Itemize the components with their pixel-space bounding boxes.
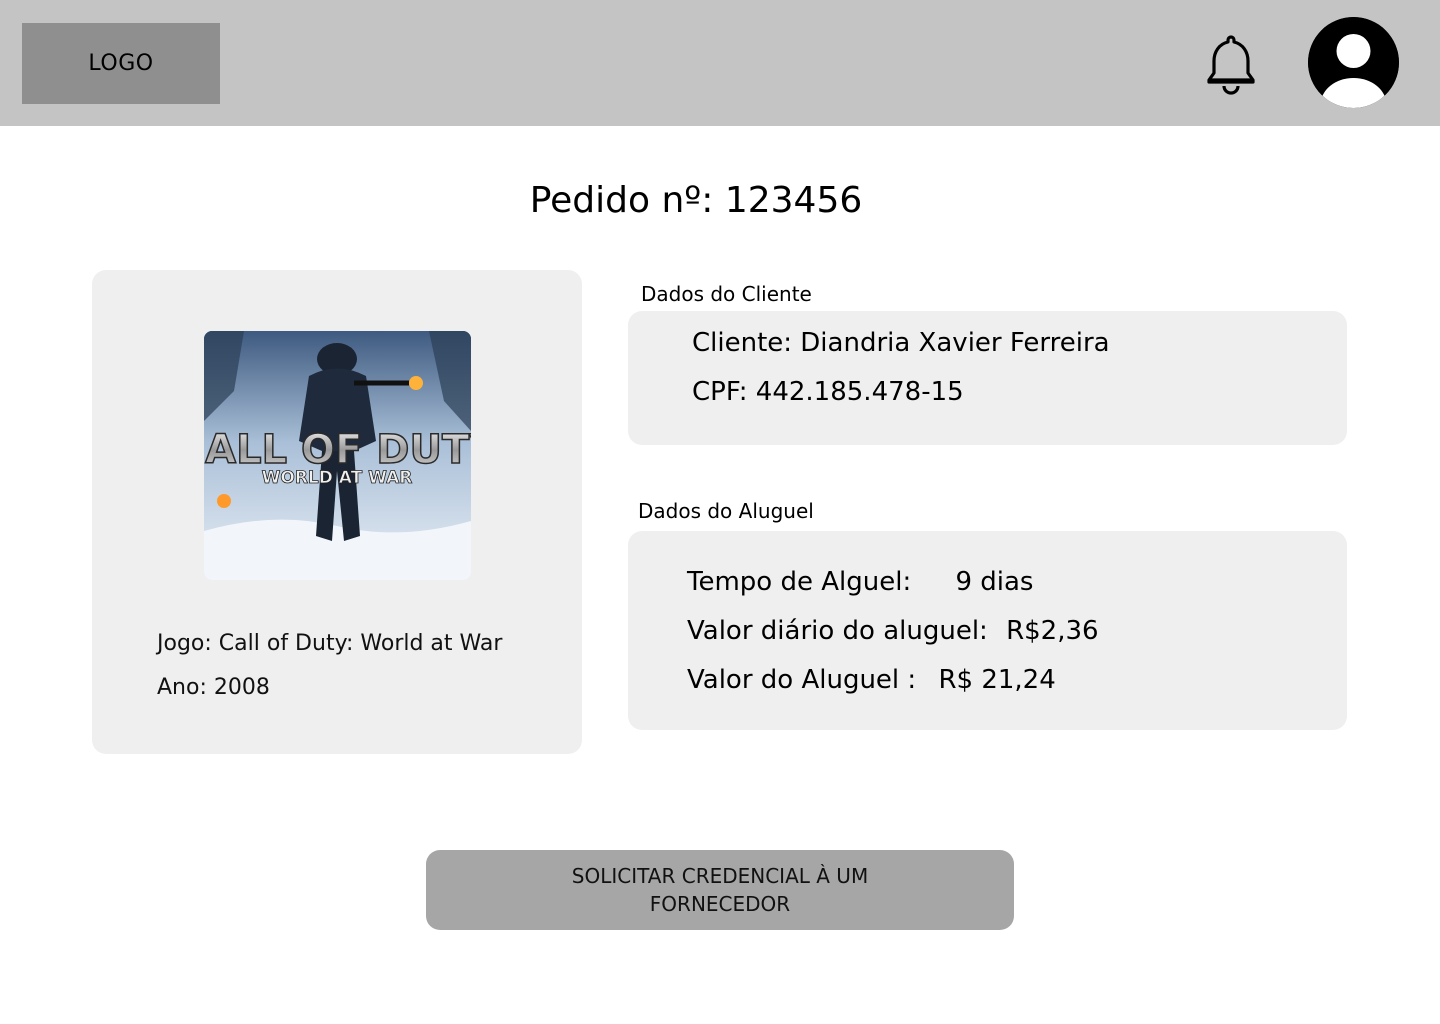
cover-title-main: CALL OF DUTY bbox=[204, 427, 471, 473]
rental-duration-label: Tempo de Alguel: bbox=[687, 567, 912, 597]
game-info: Jogo: Call of Duty: World at War Ano: 20… bbox=[157, 622, 502, 710]
game-name-label: Jogo: bbox=[157, 631, 212, 656]
client-section-label: Dados do Cliente bbox=[641, 282, 812, 306]
rental-section-label: Dados do Aluguel bbox=[638, 499, 814, 523]
client-panel: Cliente: Diandria Xavier Ferreira CPF: 4… bbox=[628, 311, 1347, 445]
client-cpf: CPF: 442.185.478-15 bbox=[692, 377, 964, 407]
logo-text: LOGO bbox=[88, 51, 154, 76]
rental-panel: Tempo de Alguel: 9 dias Valor diário do … bbox=[628, 531, 1347, 730]
logo[interactable]: LOGO bbox=[22, 23, 220, 104]
rental-daily-label: Valor diário do aluguel: bbox=[687, 616, 988, 646]
cover-title-sub: WORLD AT WAR bbox=[262, 468, 413, 488]
rental-daily-row: Valor diário do aluguel: R$2,36 bbox=[687, 616, 1099, 646]
request-credential-button[interactable]: SOLICITAR CREDENCIAL À UM FORNECEDOR bbox=[426, 850, 1014, 930]
rental-daily-value: R$2,36 bbox=[1006, 616, 1099, 646]
rental-duration-value: 9 dias bbox=[955, 567, 1034, 597]
rental-duration-row: Tempo de Alguel: 9 dias bbox=[687, 567, 1033, 597]
game-name-row: Jogo: Call of Duty: World at War bbox=[157, 622, 502, 666]
game-name-value: Call of Duty: World at War bbox=[218, 631, 503, 656]
rental-total-value: R$ 21,24 bbox=[938, 665, 1056, 695]
game-card: CALL OF DUTY WORLD AT WAR Jogo: Call of … bbox=[92, 270, 582, 754]
client-name: Cliente: Diandria Xavier Ferreira bbox=[692, 328, 1110, 358]
game-cover-image: CALL OF DUTY WORLD AT WAR bbox=[204, 331, 471, 580]
game-year-row: Ano: 2008 bbox=[157, 666, 502, 710]
bell-icon[interactable] bbox=[1203, 33, 1259, 95]
game-year-label: Ano: bbox=[157, 675, 207, 700]
page-title: Pedido nº: 123456 bbox=[529, 180, 863, 221]
rental-total-label: Valor do Aluguel : bbox=[687, 665, 917, 695]
user-avatar-icon[interactable] bbox=[1308, 17, 1399, 108]
rental-total-row: Valor do Aluguel : R$ 21,24 bbox=[687, 665, 1056, 695]
game-year-value: 2008 bbox=[213, 675, 270, 700]
top-bar: LOGO bbox=[0, 0, 1440, 126]
